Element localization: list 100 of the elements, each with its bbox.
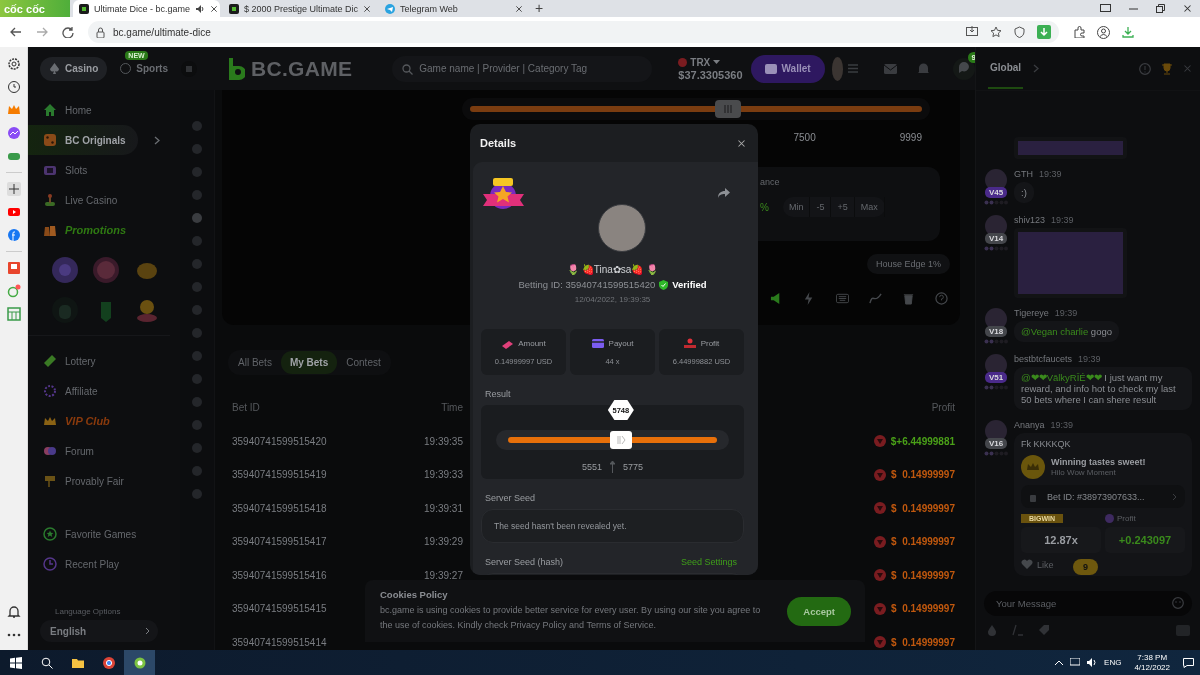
download-icon[interactable] xyxy=(1037,25,1051,39)
video-icon[interactable] xyxy=(6,205,21,219)
language-select[interactable]: English xyxy=(40,620,158,642)
bell-icon[interactable] xyxy=(6,605,21,619)
profile-icon[interactable] xyxy=(1097,25,1110,39)
slash-icon[interactable] xyxy=(1012,624,1024,636)
help-icon[interactable] xyxy=(935,292,948,305)
nav-item[interactable]: Recent Play xyxy=(28,549,146,579)
keyboard-icon[interactable] xyxy=(836,292,849,305)
info-icon[interactable] xyxy=(1139,62,1151,75)
mention-link[interactable]: @❤❤VālkyRĪÉ❤❤ xyxy=(1021,372,1102,383)
mention-link[interactable]: @Vegan charlie xyxy=(1021,326,1089,337)
browser-tab[interactable]: Ultimate Dice - bc.game xyxy=(73,0,220,17)
nav-item[interactable]: Lottery xyxy=(28,346,146,376)
chat-icon[interactable] xyxy=(6,284,21,298)
emoji-icon[interactable] xyxy=(1172,597,1184,609)
message-field[interactable]: Your Message xyxy=(984,591,1192,616)
nav-tab[interactable]: Casino xyxy=(40,56,108,81)
close-icon[interactable] xyxy=(1183,4,1192,13)
nav-item[interactable]: Promotions xyxy=(28,215,146,245)
screen-search-icon[interactable] xyxy=(1100,4,1111,13)
browser-icon[interactable] xyxy=(102,656,115,669)
tag-icon[interactable] xyxy=(1038,624,1050,636)
accept-button[interactable]: Accept xyxy=(787,596,851,626)
new-tab-button[interactable]: + xyxy=(529,0,550,17)
dots-icon xyxy=(984,451,1008,456)
trophy-icon[interactable] xyxy=(1161,62,1173,75)
chat-bubble-icon[interactable] xyxy=(953,57,975,80)
chance-button[interactable]: +5 xyxy=(831,197,855,217)
clock[interactable]: 7:38 PM 4/12/2022 xyxy=(1128,652,1176,673)
message-text: Fk KKKKQK xyxy=(1021,439,1072,449)
star-icon[interactable] xyxy=(990,26,1002,38)
share-icon[interactable] xyxy=(718,188,730,198)
bet-link[interactable]: Bet ID: #38973907633... xyxy=(1021,485,1185,508)
wallet-button[interactable]: Wallet xyxy=(750,54,825,83)
more-icon[interactable] xyxy=(6,632,21,638)
nav-item[interactable]: Slots xyxy=(28,155,146,185)
curve-icon[interactable] xyxy=(869,292,882,305)
history-icon[interactable] xyxy=(6,80,21,94)
chance-button[interactable]: Max xyxy=(854,197,885,217)
language-indicator[interactable]: ENG xyxy=(1104,658,1122,667)
list-icon[interactable] xyxy=(848,64,858,73)
table-icon[interactable] xyxy=(6,307,21,321)
install-icon[interactable] xyxy=(966,26,978,38)
puzzle-icon[interactable] xyxy=(1073,26,1085,38)
chevron-icon[interactable] xyxy=(1033,64,1040,73)
caret-icon[interactable] xyxy=(713,59,721,65)
seed-settings-link[interactable]: Seed Settings xyxy=(680,557,737,567)
globe-icon[interactable] xyxy=(133,656,146,669)
chance-button[interactable]: -5 xyxy=(810,197,832,217)
restore-icon[interactable] xyxy=(1156,4,1165,13)
table-cell-text: 35940741599515419 xyxy=(232,469,328,481)
close-icon[interactable] xyxy=(737,138,746,148)
volume-icon[interactable] xyxy=(1087,658,1098,667)
notification-icon[interactable] xyxy=(1183,657,1194,668)
calendar-icon[interactable] xyxy=(6,261,21,275)
plus-icon[interactable] xyxy=(6,182,21,196)
ticket-icon xyxy=(43,354,57,368)
search-icon[interactable] xyxy=(40,656,53,669)
forward-icon[interactable] xyxy=(36,26,48,38)
message-time: 19:39 xyxy=(1050,420,1074,430)
nav-item[interactable]: Favorite Games xyxy=(28,519,146,549)
trash-icon[interactable] xyxy=(902,292,915,305)
pin-icon xyxy=(610,461,615,473)
address-field[interactable]: bc.game/ultimate-dice xyxy=(88,21,1059,43)
reload-icon[interactable] xyxy=(62,26,74,38)
message-bubble: @❤❤VālkyRĪÉ❤❤ I just want my reward, and info hot to check my last 50 bets where I can shere result xyxy=(1014,367,1192,410)
facebook-icon[interactable] xyxy=(6,228,21,242)
back-icon[interactable] xyxy=(10,26,22,38)
slider-thumb[interactable] xyxy=(714,100,741,118)
bets-tab[interactable]: Contest xyxy=(337,351,390,374)
gear-icon[interactable] xyxy=(6,57,21,71)
chevron-up-icon[interactable] xyxy=(1055,660,1064,665)
like-button[interactable]: Like xyxy=(1021,559,1054,570)
nav-item[interactable]: Forum xyxy=(28,436,146,466)
close-icon[interactable] xyxy=(210,4,219,13)
browser-tab[interactable]: Telegram Web xyxy=(379,0,529,17)
close-icon[interactable] xyxy=(515,4,523,13)
nav-item[interactable]: Provably Fair xyxy=(28,466,146,496)
close-icon[interactable] xyxy=(363,4,372,13)
chat-tab[interactable]: Global xyxy=(988,48,1024,89)
slider-thumb[interactable] xyxy=(609,431,632,449)
bets-tab[interactable]: All Bets xyxy=(229,351,281,374)
messenger-icon[interactable] xyxy=(6,126,21,140)
browser-tab[interactable]: $ 2000 Prestige Ultimate Dic xyxy=(223,0,376,17)
crown-icon[interactable] xyxy=(6,103,21,117)
drop-icon[interactable] xyxy=(986,624,998,636)
search-field[interactable]: Game name | Provider | Category Tag xyxy=(392,55,653,82)
range-slider[interactable] xyxy=(462,98,930,120)
nav-item[interactable]: Affiliate xyxy=(28,376,146,406)
nav-item[interactable]: VIP Club xyxy=(28,406,146,436)
chance-button[interactable]: Min xyxy=(782,197,811,217)
download-icon[interactable] xyxy=(1122,26,1134,38)
windows-icon[interactable] xyxy=(9,656,22,669)
mail-icon[interactable] xyxy=(884,63,897,74)
folder-icon[interactable] xyxy=(71,656,84,669)
shield-icon[interactable] xyxy=(1014,26,1025,38)
bets-tab[interactable]: My Bets xyxy=(280,351,338,374)
nav-item[interactable]: Live Casino xyxy=(28,185,146,215)
nav-item[interactable]: Home xyxy=(28,95,146,125)
